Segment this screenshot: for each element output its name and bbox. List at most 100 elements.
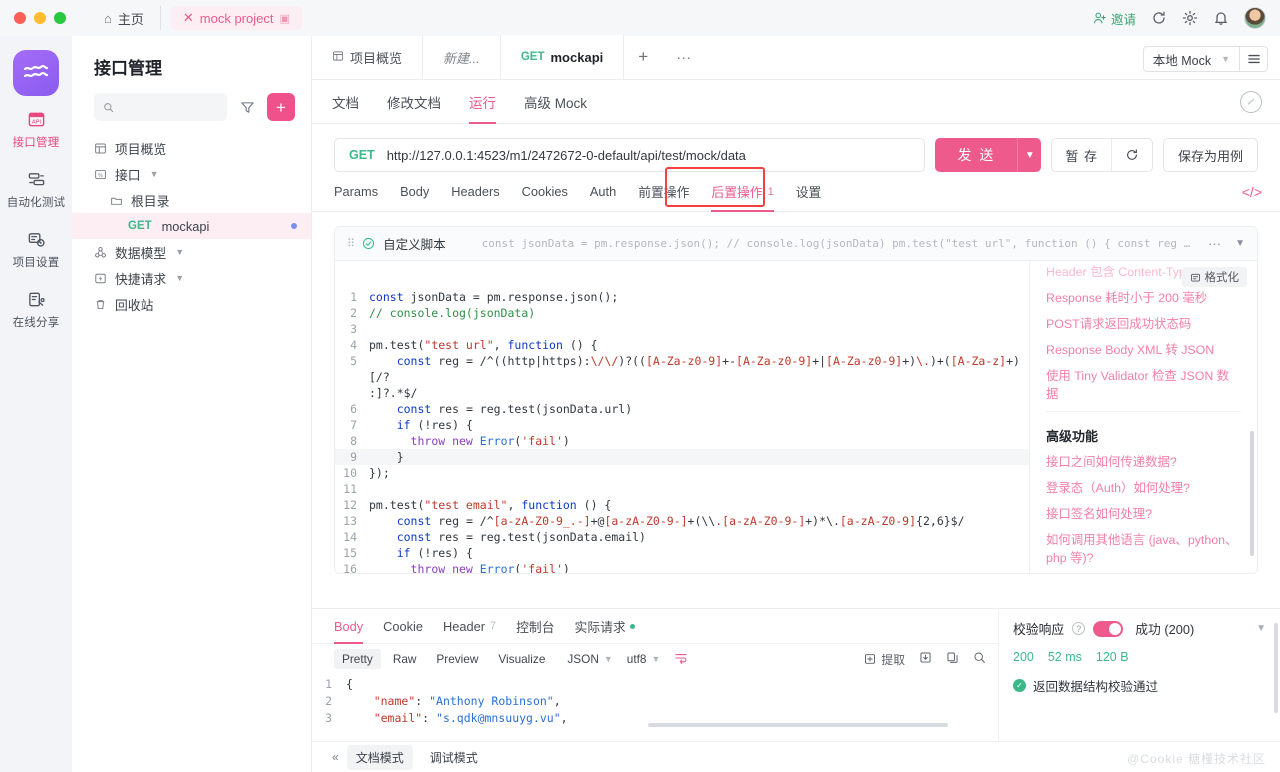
sidebar-item-recycle-bin[interactable]: 回收站 <box>72 291 311 317</box>
sidebar-item-quick-request[interactable]: 快捷请求 ▼ <box>72 265 311 291</box>
req-tab-params[interactable]: Params <box>334 172 378 212</box>
add-tab-button[interactable]: + <box>624 35 662 79</box>
view-mode-pretty[interactable]: Pretty <box>334 649 381 669</box>
send-options-button[interactable]: ▼ <box>1017 138 1042 172</box>
req-tab-cookies[interactable]: Cookies <box>522 172 568 212</box>
search-icon[interactable] <box>973 651 986 667</box>
help-link-response-time[interactable]: Response 耗时小于 200 毫秒 <box>1046 289 1241 307</box>
req-tab-settings[interactable]: 设置 <box>796 172 822 212</box>
req-tab-body[interactable]: Body <box>400 172 429 212</box>
resp-tab-cookie[interactable]: Cookie <box>383 609 423 644</box>
view-mode-raw[interactable]: Raw <box>385 649 425 669</box>
environment-select[interactable]: 本地 Mock ▼ <box>1142 46 1240 72</box>
tab-advanced-mock[interactable]: 高级 Mock <box>524 80 587 124</box>
code-line: 8 throw new Error('fail') <box>350 434 570 448</box>
send-button[interactable]: 发 送 <box>935 138 1018 172</box>
help-link-xml-to-json[interactable]: Response Body XML 转 JSON <box>1046 341 1241 359</box>
code-line: 11 <box>343 482 357 496</box>
save-as-case-button[interactable]: 保存为用例 <box>1162 138 1258 172</box>
window-controls[interactable] <box>0 12 66 24</box>
rail-item-online-share[interactable]: 在线分享 <box>0 276 72 336</box>
view-mode-visualize[interactable]: Visualize <box>490 649 553 669</box>
extract-button[interactable]: 提取 <box>864 651 905 668</box>
save-icon[interactable] <box>919 651 932 667</box>
avatar[interactable] <box>1244 7 1266 29</box>
rail-item-automation-test[interactable]: 自动化测试 <box>0 156 72 216</box>
req-tab-post-operation[interactable]: 后置操作 1 <box>711 172 775 212</box>
tab-mock-project[interactable]: ✕ mock project ▣ <box>170 6 302 30</box>
body-horizontal-scrollbar[interactable] <box>648 723 948 727</box>
chevron-down-icon[interactable]: ▼ <box>1235 238 1245 249</box>
doc-tab-mockapi[interactable]: GET mockapi <box>499 35 625 79</box>
resp-tab-header[interactable]: Header 7 <box>443 609 496 644</box>
maximize-window-button[interactable] <box>54 12 66 24</box>
resp-tab-body[interactable]: Body <box>334 609 364 644</box>
format-button[interactable]: 格式化 <box>1181 267 1247 287</box>
help-circle-icon[interactable] <box>1240 90 1262 113</box>
tab-edit-doc[interactable]: 修改文档 <box>387 80 441 124</box>
copy-icon[interactable]: ▣ <box>279 12 289 25</box>
chevron-down-icon[interactable]: ▼ <box>1256 623 1266 634</box>
drag-handle-icon[interactable]: ⠿ <box>347 237 355 250</box>
req-tab-auth[interactable]: Auth <box>590 172 616 212</box>
tabs-more-button[interactable]: ··· <box>662 35 705 79</box>
resp-tab-actual-request[interactable]: 实际请求 <box>575 609 635 644</box>
req-tab-headers[interactable]: Headers <box>451 172 499 212</box>
check-circle-icon[interactable] <box>362 237 375 250</box>
charset-select[interactable]: utf8 ▼ <box>627 652 661 666</box>
tab-doc[interactable]: 文档 <box>332 80 359 124</box>
resp-tab-console[interactable]: 控制台 <box>516 609 554 644</box>
doc-tab-new[interactable]: 新建... <box>422 35 500 79</box>
code-brackets-icon[interactable]: </> <box>1242 184 1262 200</box>
chevron-down-icon[interactable]: ▼ <box>150 169 159 179</box>
help-link-post-status-code[interactable]: POST请求返回成功状态码 <box>1046 315 1241 333</box>
help-link-other-languages[interactable]: 如何调用其他语言 (java、python、php 等)? <box>1046 531 1241 567</box>
sidebar-item-mockapi[interactable]: GET mockapi <box>72 213 311 239</box>
help-link-pass-data[interactable]: 接口之间如何传递数据? <box>1046 453 1241 471</box>
help-link-signature[interactable]: 接口签名如何处理? <box>1046 505 1241 523</box>
tab-run[interactable]: 运行 <box>469 80 496 124</box>
question-icon[interactable]: ? <box>1072 622 1086 635</box>
validate-scrollbar[interactable] <box>1274 623 1278 713</box>
copy-icon[interactable] <box>946 651 959 667</box>
sidebar-item-root-folder[interactable]: 根目录 <box>72 187 311 213</box>
req-tab-pre-operation[interactable]: 前置操作 <box>638 172 689 212</box>
ellipsis-icon[interactable]: ··· <box>1208 236 1221 251</box>
reset-button[interactable] <box>1110 139 1152 171</box>
sidebar-item-api[interactable]: % 接口 ▼ <box>72 161 311 187</box>
invite-button[interactable]: 邀请 <box>1093 9 1136 28</box>
refresh-icon[interactable] <box>1151 10 1167 26</box>
add-api-button[interactable]: + <box>267 93 295 121</box>
search-input[interactable] <box>120 100 218 114</box>
rail-item-api-manage[interactable]: API 接口管理 <box>0 96 72 156</box>
close-icon[interactable]: ✕ <box>183 10 194 26</box>
environment-menu-button[interactable] <box>1240 46 1268 72</box>
save-draft-button[interactable]: 暂 存 <box>1052 139 1111 171</box>
help-link-auth[interactable]: 登录态（Auth）如何处理? <box>1046 479 1241 497</box>
filter-button[interactable] <box>236 96 258 118</box>
sidebar-item-overview[interactable]: 项目概览 <box>72 135 311 161</box>
script-code-editor[interactable]: 1 const jsonData = pm.response.json(); 2/… <box>335 261 1029 573</box>
word-wrap-icon[interactable] <box>674 652 688 667</box>
double-chevron-left-icon[interactable]: « <box>332 750 339 764</box>
mode-doc[interactable]: 文档模式 <box>346 744 413 770</box>
bell-icon[interactable] <box>1213 10 1229 26</box>
chevron-down-icon[interactable]: ▼ <box>175 273 184 283</box>
search-box[interactable] <box>94 93 227 121</box>
sidebar-item-data-model[interactable]: 数据模型 ▼ <box>72 239 311 265</box>
gear-icon[interactable] <box>1182 10 1198 26</box>
view-mode-preview[interactable]: Preview <box>428 649 486 669</box>
tab-home[interactable]: ⌂ 主页 <box>92 6 161 30</box>
format-select[interactable]: JSON ▼ <box>567 652 612 666</box>
minimize-window-button[interactable] <box>34 12 46 24</box>
help-link-tiny-validator[interactable]: 使用 Tiny Validator 检查 JSON 数据 <box>1046 367 1241 403</box>
close-window-button[interactable] <box>14 12 26 24</box>
mode-debug[interactable]: 调试模式 <box>421 745 487 770</box>
validate-response-toggle[interactable] <box>1093 620 1124 637</box>
response-body-viewer[interactable]: 1{ 2 "name": "Anthony Robinson", 3 "emai… <box>312 674 998 727</box>
rail-item-project-settings[interactable]: 项目设置 <box>0 216 72 276</box>
chevron-down-icon[interactable]: ▼ <box>175 247 184 257</box>
url-input[interactable]: GET http://127.0.0.1:4523/m1/2472672-0-d… <box>334 138 926 172</box>
doc-tab-overview[interactable]: 项目概览 <box>312 35 422 79</box>
help-scrollbar[interactable] <box>1250 431 1254 556</box>
